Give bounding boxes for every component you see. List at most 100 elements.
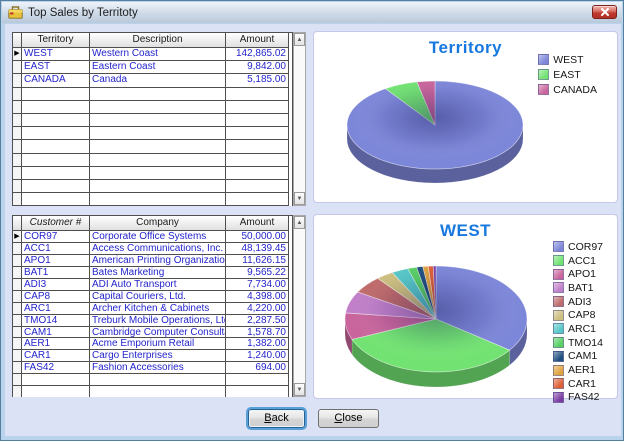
table-row[interactable]: [13, 140, 292, 153]
table-cell: [90, 180, 226, 193]
table-row[interactable]: [13, 127, 292, 140]
legend-item: FAS42: [553, 391, 603, 405]
table-row[interactable]: ADI3ADI Auto Transport7,734.00: [13, 279, 292, 291]
territory-table: TerritoryDescriptionAmount▶WESTWestern C…: [12, 32, 306, 206]
table-cell: Treburk Mobile Operations, Ltd.: [90, 315, 226, 327]
table-row[interactable]: CANADACanada5,185.00: [13, 74, 292, 87]
table-cell: 4,398.00: [226, 291, 289, 303]
table-row[interactable]: [13, 114, 292, 127]
legend-item: APO1: [553, 267, 603, 281]
table-cell: ACC1: [22, 243, 90, 255]
legend-item: TMO14: [553, 336, 603, 350]
table-cell: [22, 127, 90, 140]
scroll-down-button[interactable]: ▼: [294, 383, 305, 396]
legend-item: CAM1: [553, 350, 603, 364]
legend-label: CANADA: [553, 84, 597, 96]
legend-label: BAT1: [568, 282, 593, 294]
table-row[interactable]: EASTEastern Coast9,842.00: [13, 61, 292, 74]
table-row[interactable]: APO1American Printing Organization11,626…: [13, 255, 292, 267]
table-cell: Archer Kitchen & Cabinets: [90, 303, 226, 315]
column-header: Amount: [226, 33, 289, 48]
legend-swatch: [553, 296, 564, 307]
legend-label: ADI3: [568, 296, 591, 308]
table-cell: [22, 114, 90, 127]
legend-item: COR97: [553, 240, 603, 254]
table-cell: 1,578.70: [226, 327, 289, 339]
table-cell: Fashion Accessories: [90, 362, 226, 374]
table-cell: CAM1: [22, 327, 90, 339]
legend-item: BAT1: [553, 281, 603, 295]
window-titlebar[interactable]: Top Sales by Territoty: [2, 2, 622, 23]
table-row[interactable]: [13, 386, 292, 397]
scroll-up-button[interactable]: ▲: [294, 33, 305, 46]
legend-item: CAR1: [553, 377, 603, 391]
window-close-button[interactable]: [592, 5, 617, 19]
table-cell: [90, 193, 226, 206]
legend-item: CAP8: [553, 308, 603, 322]
legend-label: CAM1: [568, 350, 597, 362]
table-row[interactable]: ARC1Archer Kitchen & Cabinets4,220.00: [13, 303, 292, 315]
table-row[interactable]: FAS42Fashion Accessories694.00: [13, 362, 292, 374]
table-row[interactable]: [13, 193, 292, 206]
table-row[interactable]: CAP8Capital Couriers, Ltd.4,398.00: [13, 291, 292, 303]
vertical-scrollbar[interactable]: ▲ ▼: [293, 215, 306, 397]
table-row[interactable]: [13, 180, 292, 193]
table-cell: ADI Auto Transport: [90, 279, 226, 291]
table-row[interactable]: ACC1Access Communications, Inc.48,139.45: [13, 243, 292, 255]
legend-label: ARC1: [568, 323, 596, 335]
table-row[interactable]: [13, 154, 292, 167]
legend-label: APO1: [568, 268, 596, 280]
legend-label: FAS42: [568, 391, 600, 403]
chart-legend: COR97ACC1APO1BAT1ADI3CAP8ARC1TMO14CAM1AE…: [553, 240, 603, 404]
table-row[interactable]: ▶COR97Corporate Office Systems50,000.00: [13, 231, 292, 243]
table-row[interactable]: AER1Acme Emporium Retail1,382.00: [13, 338, 292, 350]
selector-header: [13, 216, 22, 231]
table-row[interactable]: CAM1Cambridge Computer Consultant1,578.7…: [13, 327, 292, 339]
legend-label: WEST: [553, 54, 583, 66]
scroll-up-button[interactable]: ▲: [294, 216, 305, 229]
table-cell: [226, 88, 289, 101]
legend-swatch: [553, 323, 564, 334]
table-cell: [90, 154, 226, 167]
legend-item: ACC1: [553, 254, 603, 268]
table-cell: ARC1: [22, 303, 90, 315]
table-cell: 694.00: [226, 362, 289, 374]
vertical-scrollbar[interactable]: ▲ ▼: [293, 32, 306, 206]
table-cell: CAR1: [22, 350, 90, 362]
table-cell: [22, 88, 90, 101]
scroll-down-button[interactable]: ▼: [294, 192, 305, 205]
table-row[interactable]: [13, 88, 292, 101]
legend-label: TMO14: [568, 337, 603, 349]
table-cell: [22, 374, 90, 386]
table-cell: [90, 127, 226, 140]
table-row[interactable]: ▶WESTWestern Coast142,865.02: [13, 48, 292, 61]
table-cell: APO1: [22, 255, 90, 267]
table-cell: [226, 386, 289, 397]
table-cell: [226, 140, 289, 153]
legend-swatch: [538, 84, 549, 95]
table-cell: Bates Marketing: [90, 267, 226, 279]
table-row[interactable]: BAT1Bates Marketing9,565.22: [13, 267, 292, 279]
table-row[interactable]: [13, 167, 292, 180]
table-row[interactable]: [13, 374, 292, 386]
customer-table: Customer #CompanyAmount▶COR97Corporate O…: [12, 215, 306, 397]
table-cell: [22, 180, 90, 193]
table-cell: CANADA: [22, 74, 90, 87]
table-cell: BAT1: [22, 267, 90, 279]
table-cell: CAP8: [22, 291, 90, 303]
legend-swatch: [553, 337, 564, 348]
back-button[interactable]: Back: [248, 409, 305, 428]
table-cell: EAST: [22, 61, 90, 74]
table-cell: [226, 180, 289, 193]
table-row[interactable]: [13, 101, 292, 114]
table-row[interactable]: TMO14Treburk Mobile Operations, Ltd.2,28…: [13, 315, 292, 327]
table-cell: Canada: [90, 74, 226, 87]
table-cell: 11,626.15: [226, 255, 289, 267]
close-button[interactable]: Close: [318, 409, 379, 428]
table-cell: [22, 154, 90, 167]
table-row[interactable]: CAR1Cargo Enterprises1,240.00: [13, 350, 292, 362]
column-header: Territory: [22, 33, 90, 48]
legend-label: ACC1: [568, 255, 596, 267]
app-icon: [8, 6, 23, 19]
table-cell: [226, 374, 289, 386]
